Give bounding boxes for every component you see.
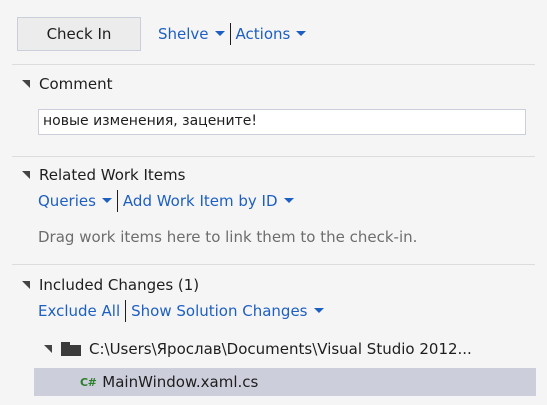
included-changes-title: Included Changes (1) <box>39 276 200 294</box>
tree-file-row[interactable]: C# MainWindow.xaml.cs <box>34 368 536 396</box>
actions-menu[interactable]: Actions <box>236 25 307 43</box>
drag-hint-text: Drag work items here to link them to the… <box>38 228 418 246</box>
queries-menu[interactable]: Queries <box>38 192 112 210</box>
shelve-label: Shelve <box>158 25 209 43</box>
section-divider <box>12 264 535 265</box>
tree-folder-row[interactable]: C:\Users\Ярослав\Documents\Visual Studio… <box>44 340 544 358</box>
section-divider <box>12 64 535 65</box>
expanded-triangle-icon[interactable] <box>44 345 52 353</box>
comment-section-title: Comment <box>39 75 113 93</box>
comment-input[interactable]: новые изменения, заценитe! <box>38 109 526 135</box>
chevron-down-icon <box>101 198 112 203</box>
csharp-file-icon: C# <box>80 375 97 389</box>
check-in-button[interactable]: Check In <box>17 17 141 51</box>
expanded-triangle-icon[interactable] <box>22 80 30 88</box>
add-work-item-label: Add Work Item by ID <box>122 192 278 210</box>
included-changes-links: Exclude All Show Solution Changes <box>38 300 324 322</box>
pending-changes-panel: Check In Shelve Actions Comment новые из… <box>0 0 547 405</box>
show-solution-changes-label: Show Solution Changes <box>131 302 308 320</box>
toolbar: Check In Shelve Actions <box>17 16 307 52</box>
queries-label: Queries <box>38 192 96 210</box>
chevron-down-icon <box>214 31 225 36</box>
chevron-down-icon <box>313 308 324 313</box>
exclude-all-link[interactable]: Exclude All <box>38 302 120 320</box>
shelve-menu[interactable]: Shelve <box>158 25 225 43</box>
actions-label: Actions <box>235 25 291 43</box>
comment-section-header[interactable]: Comment <box>22 75 113 93</box>
link-separator <box>116 190 118 212</box>
chevron-down-icon <box>296 31 307 36</box>
section-divider <box>12 156 535 157</box>
folder-path: C:\Users\Ярослав\Documents\Visual Studio… <box>89 340 472 358</box>
included-changes-header[interactable]: Included Changes (1) <box>22 276 199 294</box>
toolbar-separator <box>229 23 231 45</box>
file-name: MainWindow.xaml.cs <box>102 373 259 391</box>
expanded-triangle-icon[interactable] <box>22 281 30 289</box>
chevron-down-icon <box>283 198 294 203</box>
related-work-items-title: Related Work Items <box>39 166 186 184</box>
folder-icon <box>61 342 81 356</box>
link-separator <box>125 300 127 322</box>
add-work-item-by-id-menu[interactable]: Add Work Item by ID <box>123 192 294 210</box>
related-work-items-links: Queries Add Work Item by ID <box>38 190 294 212</box>
show-solution-changes-menu[interactable]: Show Solution Changes <box>131 302 324 320</box>
expanded-triangle-icon[interactable] <box>22 171 30 179</box>
related-work-items-header[interactable]: Related Work Items <box>22 166 185 184</box>
